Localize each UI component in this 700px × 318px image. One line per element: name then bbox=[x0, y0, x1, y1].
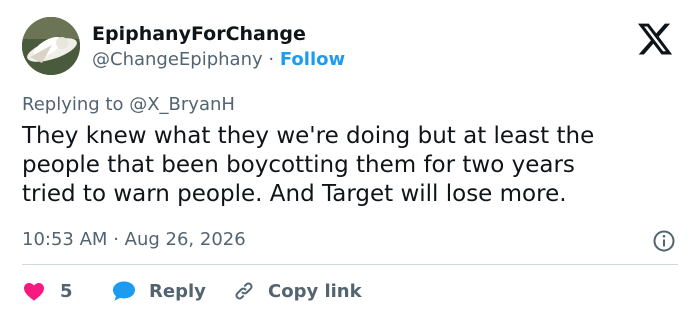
link-icon bbox=[235, 282, 253, 300]
reply-button[interactable]: Reply bbox=[111, 276, 206, 306]
tweet-text-line: They knew what they we're doing but at l… bbox=[22, 123, 595, 149]
action-bar: 5 Reply Copy link bbox=[22, 276, 682, 306]
x-logo-icon[interactable] bbox=[634, 20, 676, 58]
author-handle-row: @ChangeEpiphany · Follow bbox=[92, 48, 345, 72]
heart-icon bbox=[24, 283, 44, 301]
like-count: 5 bbox=[60, 280, 73, 302]
owl-avatar-image bbox=[22, 17, 80, 75]
reply-label: Reply bbox=[149, 280, 206, 302]
tweet-text-line: people that been boycotting them for two… bbox=[22, 152, 575, 178]
replying-to-line: Replying to @X_BryanH bbox=[22, 93, 235, 117]
avatar[interactable] bbox=[22, 17, 80, 75]
tweet-date: Aug 26, 2026 bbox=[124, 229, 246, 250]
replying-to-mention[interactable]: @X_BryanH bbox=[129, 94, 235, 115]
author-display-name[interactable]: EpiphanyForChange bbox=[92, 22, 306, 46]
tweet-text: They knew what they we're doing but at l… bbox=[22, 122, 687, 209]
tweet-time: 10:53 AM bbox=[22, 229, 108, 250]
tweet-timestamp[interactable]: 10:53 AM · Aug 26, 2026 bbox=[22, 228, 246, 252]
copy-link-button[interactable]: Copy link bbox=[232, 276, 362, 306]
divider bbox=[22, 264, 678, 265]
info-icon[interactable] bbox=[652, 229, 676, 253]
speech-bubble-icon bbox=[113, 281, 135, 301]
author-handle[interactable]: @ChangeEpiphany bbox=[92, 49, 263, 70]
like-button[interactable]: 5 bbox=[22, 276, 73, 306]
tweet-text-line: tried to warn people. And Target will lo… bbox=[22, 181, 567, 207]
separator-dot: · bbox=[268, 49, 275, 70]
tweet-card: EpiphanyForChange @ChangeEpiphany · Foll… bbox=[0, 0, 700, 318]
copy-link-label: Copy link bbox=[268, 280, 362, 302]
follow-button[interactable]: Follow bbox=[280, 49, 345, 70]
meta-separator: · bbox=[113, 229, 119, 250]
replying-prefix: Replying to bbox=[22, 94, 124, 115]
